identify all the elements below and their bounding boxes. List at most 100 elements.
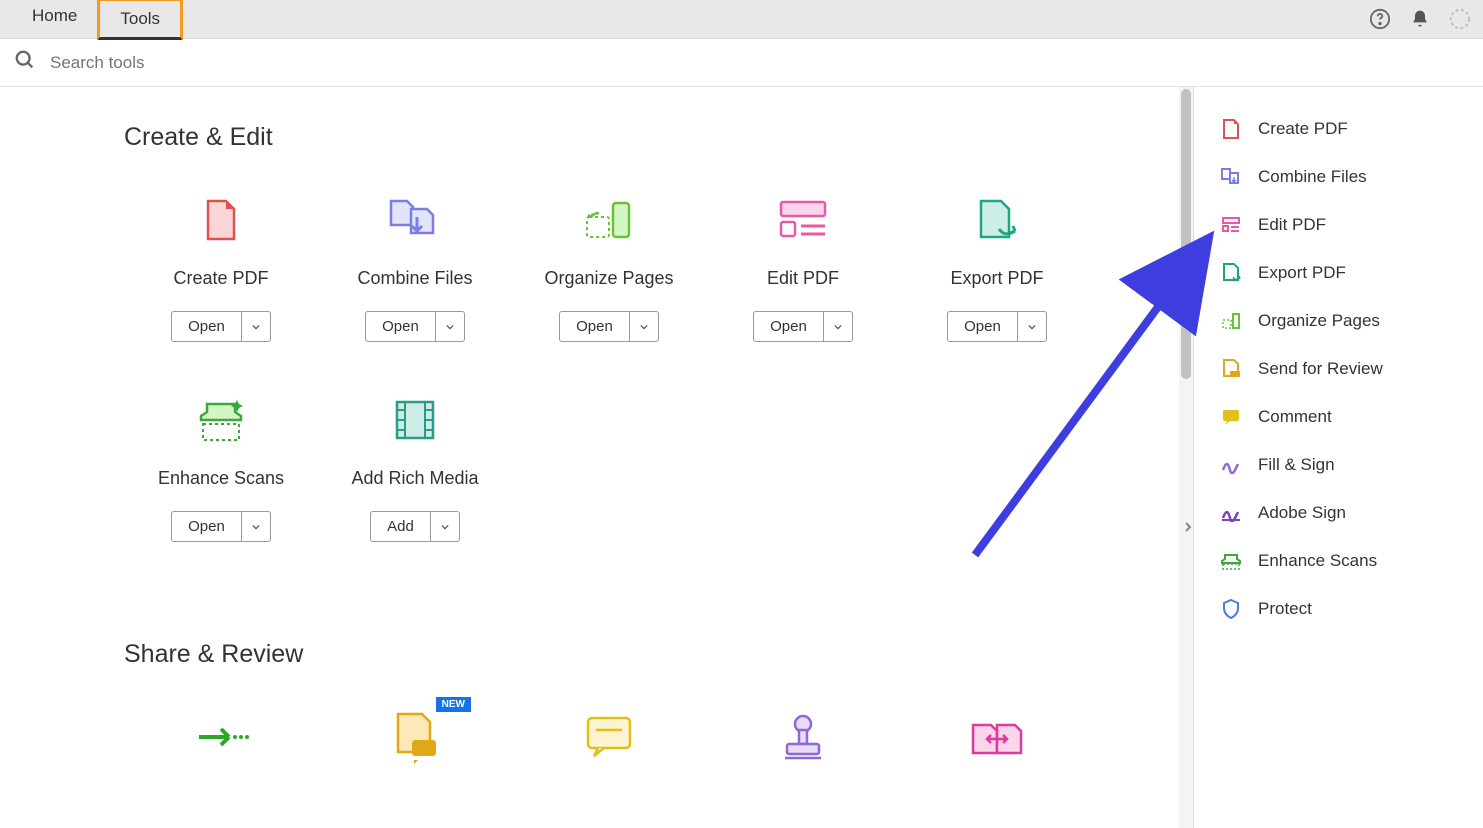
tool-action-button[interactable]: Open [947,311,1047,342]
tool-export-pdf[interactable]: Export PDF Open [900,192,1094,392]
dropdown-button[interactable] [431,512,459,541]
dropdown-button[interactable] [242,312,270,341]
sidebar-item-label: Send for Review [1258,359,1383,379]
dropdown-button[interactable] [1018,312,1046,341]
combine-files-icon [1220,166,1242,188]
activity-icon[interactable] [1449,8,1471,30]
tool-organize-pages[interactable]: Organize Pages Open [512,192,706,392]
sidebar-item-send-review[interactable]: Send for Review [1212,345,1483,393]
combine-files-icon [387,192,443,248]
search-input[interactable] [50,53,550,73]
tool-grid-share-review: NEW [124,709,1179,828]
tool-combine-files[interactable]: Combine Files Open [318,192,512,392]
create-pdf-icon [193,192,249,248]
section-create-edit-title: Create & Edit [124,123,1179,152]
tool-add-rich-media[interactable]: Add Rich Media Add [318,392,512,592]
tool-action-button[interactable]: Add [370,511,460,542]
tool-action-button[interactable]: Open [171,311,271,342]
dropdown-button[interactable] [824,312,852,341]
top-bar: Home Tools [0,0,1483,39]
tool-label: Create PDF [173,268,268,289]
open-button[interactable]: Open [172,312,242,341]
sidebar-item-label: Edit PDF [1258,215,1326,235]
open-button[interactable]: Open [560,312,630,341]
open-button[interactable]: Open [172,512,242,541]
sidebar-item-label: Export PDF [1258,263,1346,283]
sidebar-item-edit-pdf[interactable]: Edit PDF [1212,201,1483,249]
right-panel: Create PDF Combine Files Edit PDF Export… [1193,87,1483,828]
organize-pages-icon [581,192,637,248]
sidebar-item-label: Create PDF [1258,119,1348,139]
scrollbar[interactable] [1179,87,1193,828]
tab-tools[interactable]: Tools [97,0,183,40]
compare-icon [969,709,1025,765]
help-icon[interactable] [1369,8,1391,30]
create-pdf-icon [1220,118,1242,140]
stamp-icon [775,709,831,765]
sidebar-item-label: Protect [1258,599,1312,619]
tool-label: Export PDF [950,268,1043,289]
export-pdf-icon [1220,262,1242,284]
tool-action-button[interactable]: Open [559,311,659,342]
organize-pages-icon [1220,310,1242,332]
sidebar-item-export-pdf[interactable]: Export PDF [1212,249,1483,297]
sidebar-item-adobe-sign[interactable]: Adobe Sign [1212,489,1483,537]
tool-share[interactable] [124,709,318,828]
send-review-icon [1220,358,1242,380]
sidebar-item-combine-files[interactable]: Combine Files [1212,153,1483,201]
sidebar-item-label: Enhance Scans [1258,551,1377,571]
sidebar-item-fill-sign[interactable]: Fill & Sign [1212,441,1483,489]
rich-media-icon [387,392,443,448]
tool-label: Enhance Scans [158,468,284,489]
sidebar-item-label: Adobe Sign [1258,503,1346,523]
collapse-panel-icon[interactable] [1184,517,1194,537]
tool-enhance-scans[interactable]: Enhance Scans Open [124,392,318,592]
tool-label: Organize Pages [544,268,673,289]
dropdown-button[interactable] [630,312,658,341]
sidebar-item-create-pdf[interactable]: Create PDF [1212,105,1483,153]
tool-send-review[interactable]: NEW [318,709,512,828]
open-button[interactable]: Open [754,312,824,341]
sidebar-item-protect[interactable]: Protect [1212,585,1483,633]
sidebar-item-organize-pages[interactable]: Organize Pages [1212,297,1483,345]
adobe-sign-icon [1220,502,1242,524]
open-button[interactable]: Open [948,312,1018,341]
bell-icon[interactable] [1409,8,1431,30]
tool-stamp[interactable] [706,709,900,828]
tool-label: Combine Files [357,268,472,289]
search-bar [0,39,1483,87]
send-review-icon: NEW [387,709,443,765]
tool-action-button[interactable]: Open [753,311,853,342]
tool-grid-create-edit: Create PDF Open Combine Files Open [124,192,1179,592]
open-button[interactable]: Open [366,312,436,341]
protect-icon [1220,598,1242,620]
sidebar-item-comment[interactable]: Comment [1212,393,1483,441]
comment-icon [581,709,637,765]
add-button[interactable]: Add [371,512,431,541]
new-badge: NEW [436,697,471,712]
tool-action-button[interactable]: Open [365,311,465,342]
nav-tabs: Home Tools [12,0,183,40]
tool-create-pdf[interactable]: Create PDF Open [124,192,318,392]
tool-edit-pdf[interactable]: Edit PDF Open [706,192,900,392]
edit-pdf-icon [775,192,831,248]
content-area: Create & Edit Create PDF Open Combine Fi… [0,87,1179,828]
tool-action-button[interactable]: Open [171,511,271,542]
tool-label: Add Rich Media [351,468,478,489]
sidebar-item-enhance-scans[interactable]: Enhance Scans [1212,537,1483,585]
dropdown-button[interactable] [436,312,464,341]
section-share-review-title: Share & Review [124,640,1179,669]
tab-home[interactable]: Home [12,0,97,40]
tool-compare[interactable] [900,709,1094,828]
share-icon [193,709,249,765]
sidebar-item-label: Comment [1258,407,1332,427]
tool-comment[interactable] [512,709,706,828]
scrollbar-thumb[interactable] [1181,89,1191,379]
dropdown-button[interactable] [242,512,270,541]
search-icon [14,49,36,76]
sidebar-item-label: Fill & Sign [1258,455,1335,475]
fill-sign-icon [1220,454,1242,476]
enhance-scans-icon [1220,550,1242,572]
export-pdf-icon [969,192,1025,248]
edit-pdf-icon [1220,214,1242,236]
